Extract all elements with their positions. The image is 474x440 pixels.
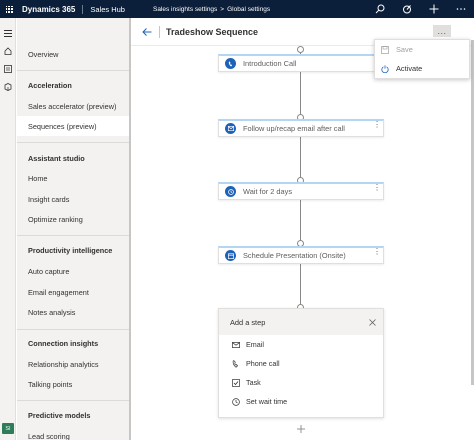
recent-icon[interactable] [0, 60, 16, 78]
sidebar-item-overview[interactable]: Overview [17, 44, 129, 64]
sidebar-item-optimize-ranking[interactable]: Optimize ranking [17, 209, 129, 229]
step-more-icon[interactable]: ⋮ [373, 184, 381, 192]
add-step-option-task[interactable]: Task [219, 373, 383, 392]
activate-icon [380, 64, 390, 74]
add-step-panel: Add a step Email Phone call Task Set wai… [218, 308, 384, 418]
clock-icon [225, 186, 236, 197]
sidebar-item-sales-accelerator[interactable]: Sales accelerator (preview) [17, 96, 129, 116]
more-icon[interactable] [447, 0, 474, 18]
divider [17, 70, 129, 71]
clock-icon [231, 397, 241, 407]
phone-icon [225, 58, 236, 69]
menu-item-save[interactable]: Save [375, 40, 469, 59]
add-step-option-wait-time[interactable]: Set wait time [219, 392, 383, 411]
option-label: Task [246, 378, 261, 387]
arrow-left-icon [142, 28, 152, 36]
step-label: Wait for 2 days [243, 187, 293, 196]
top-bar: Dynamics 365 Sales Hub Sales insights se… [0, 0, 474, 18]
main-content: Tradeshow Sequence ... Introduction Call… [131, 18, 474, 440]
task-icon [225, 250, 236, 261]
top-actions [366, 0, 474, 18]
breadcrumb-item[interactable]: Global settings [227, 6, 270, 13]
app-launcher-button[interactable] [0, 0, 18, 18]
app-name[interactable]: Dynamics 365 [22, 5, 75, 14]
sidebar-item-sequences[interactable]: Sequences (preview) [17, 116, 129, 136]
breadcrumb-separator: > [220, 5, 225, 13]
search-icon[interactable] [366, 0, 393, 18]
sidebar-heading-assistant-studio: Assistant studio [28, 154, 85, 163]
page-title: Tradeshow Sequence [166, 27, 259, 37]
step-label: Schedule Presentation (Onsite) [243, 251, 346, 260]
sidebar-item-talking-points[interactable]: Talking points [17, 374, 129, 394]
add-icon [297, 425, 305, 433]
option-label: Email [246, 340, 264, 349]
settings-sidebar: Overview Acceleration Sales accelerator … [17, 18, 129, 440]
hub-name[interactable]: Sales Hub [90, 5, 125, 14]
sidebar-item-relationship-analytics[interactable]: Relationship analytics [17, 354, 129, 374]
avatar[interactable]: SI [2, 423, 14, 434]
back-button[interactable] [140, 25, 154, 39]
save-icon [380, 45, 390, 55]
option-label: Phone call [246, 359, 280, 368]
sequence-step[interactable]: Follow up/recap email after call ⋮ [218, 119, 384, 137]
more-options-menu: Save Activate [374, 39, 470, 79]
add-step-title: Add a step [230, 317, 266, 327]
task-icon [231, 378, 241, 388]
breadcrumb-item[interactable]: Sales insights settings [153, 6, 217, 13]
option-label: Set wait time [246, 397, 288, 406]
waffle-icon [5, 5, 13, 13]
sidebar-heading-predictive-models: Predictive models [28, 411, 91, 420]
divider [82, 4, 84, 14]
flow-node [297, 46, 304, 53]
menu-item-activate[interactable]: Activate [375, 59, 469, 78]
sequence-step[interactable]: Schedule Presentation (Onsite) ⋮ [218, 246, 384, 264]
sidebar-item-auto-capture[interactable]: Auto capture [17, 261, 129, 281]
sidebar-heading-acceleration: Acceleration [28, 81, 72, 90]
target-icon[interactable] [393, 0, 420, 18]
add-step-button[interactable] [294, 422, 308, 436]
menu-item-label: Save [396, 45, 413, 54]
divider [17, 329, 129, 330]
sidebar-item-home[interactable]: Home [17, 168, 129, 188]
divider [17, 235, 129, 236]
sidebar-heading-productivity-intelligence: Productivity intelligence [28, 246, 113, 255]
phone-icon [231, 359, 241, 369]
sidebar-item-insight-cards[interactable]: Insight cards [17, 189, 129, 209]
add-icon[interactable] [420, 0, 447, 18]
menu-item-label: Activate [396, 64, 423, 73]
step-label: Follow up/recap email after call [243, 124, 345, 133]
step-label: Introduction Call [243, 59, 297, 68]
pinned-icon[interactable] [0, 78, 16, 96]
breadcrumb: Sales insights settings > Global setting… [153, 6, 270, 13]
email-icon [225, 123, 236, 134]
add-step-option-email[interactable]: Email [219, 335, 383, 354]
sidebar-heading-connection-insights: Connection insights [28, 339, 99, 348]
step-more-icon[interactable]: ⋮ [373, 248, 381, 256]
sidebar-item-notes-analysis[interactable]: Notes analysis [17, 302, 129, 322]
sidebar-item-email-engagement[interactable]: Email engagement [17, 282, 129, 302]
home-icon[interactable] [0, 42, 16, 60]
add-step-option-phone-call[interactable]: Phone call [219, 354, 383, 373]
sequence-step[interactable]: Introduction Call [218, 54, 384, 72]
sequence-step[interactable]: Wait for 2 days ⋮ [218, 182, 384, 200]
email-icon [231, 340, 241, 350]
sidebar-item-lead-scoring[interactable]: Lead scoring [17, 426, 129, 440]
divider [17, 142, 129, 143]
left-rail: SI [0, 18, 16, 440]
add-step-header: Add a step [219, 309, 383, 335]
close-icon[interactable] [367, 317, 377, 327]
step-more-icon[interactable]: ⋮ [373, 121, 381, 129]
divider [17, 400, 129, 401]
more-options-button[interactable]: ... [433, 25, 451, 37]
divider [159, 26, 160, 38]
hamburger-icon[interactable] [0, 24, 16, 42]
